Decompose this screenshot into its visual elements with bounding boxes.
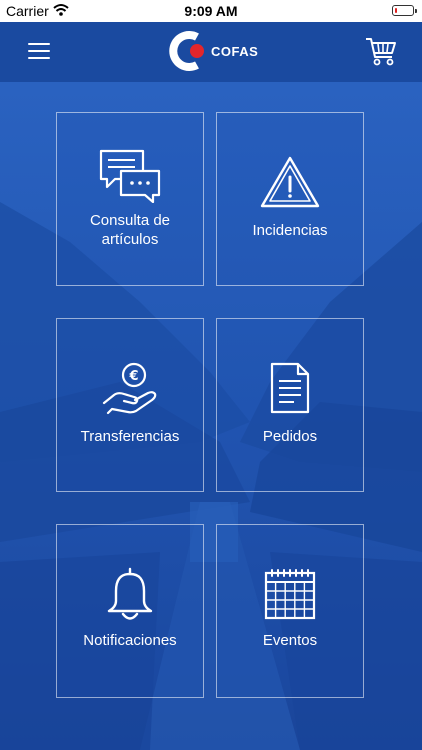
euro-hand-icon: € bbox=[102, 362, 157, 415]
tile-label: Pedidos bbox=[262, 428, 318, 445]
calendar-icon bbox=[264, 569, 316, 620]
battery-icon bbox=[392, 5, 417, 16]
tile-pedidos[interactable]: Pedidos bbox=[216, 318, 364, 492]
shopping-cart-icon[interactable] bbox=[364, 35, 398, 69]
tile-transferencias[interactable]: € Transferencias bbox=[56, 318, 204, 492]
tile-consulta-articulos[interactable]: Consulta de artículos bbox=[56, 112, 204, 286]
warning-triangle-icon bbox=[260, 156, 320, 208]
tile-incidencias[interactable]: Incidencias bbox=[216, 112, 364, 286]
document-icon bbox=[270, 362, 310, 414]
hamburger-menu-icon[interactable] bbox=[28, 43, 50, 59]
cofas-logo-icon bbox=[169, 31, 204, 71]
battery-level-fill bbox=[394, 7, 397, 13]
tile-label-line2: artículos bbox=[101, 231, 159, 248]
tile-eventos[interactable]: Eventos bbox=[216, 524, 364, 698]
chat-bubbles-icon bbox=[99, 149, 161, 203]
clock-label: 9:09 AM bbox=[184, 3, 238, 19]
brand-logo: COFAS bbox=[167, 31, 267, 71]
tile-notificaciones[interactable]: Notificaciones bbox=[56, 524, 204, 698]
brand-name: COFAS bbox=[211, 44, 259, 59]
tile-label: Transferencias bbox=[80, 428, 180, 445]
svg-text:€: € bbox=[128, 369, 138, 384]
status-bar: Carrier 9:09 AM bbox=[0, 0, 422, 22]
top-navigation-bar: COFAS bbox=[0, 22, 422, 82]
tile-label: Incidencias bbox=[252, 222, 328, 239]
bell-icon bbox=[107, 567, 153, 620]
app-screen: Carrier 9:09 AM COFAS Consulta de artícu… bbox=[0, 0, 422, 750]
tile-label-line1: Consulta de bbox=[89, 212, 171, 229]
tile-label: Notificaciones bbox=[83, 632, 177, 649]
tile-label: Eventos bbox=[262, 632, 318, 649]
